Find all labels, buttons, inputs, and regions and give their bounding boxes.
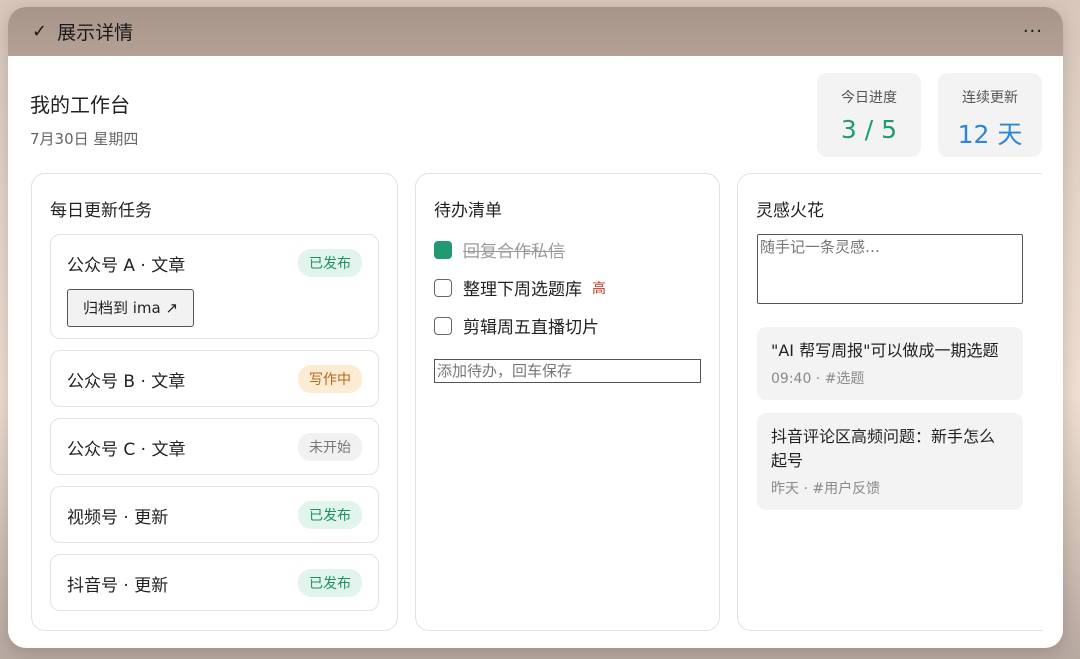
status-badge: 未开始 [298, 433, 362, 461]
idea-note[interactable]: "AI 帮写周报"可以做成一期选题 09:40 · #选题 [757, 327, 1023, 400]
todo-item: 回复合作私信 [434, 237, 565, 262]
todo-checkbox[interactable] [434, 278, 452, 297]
status-badge: 已发布 [298, 249, 362, 277]
ideas-panel: 灵感火花 "AI 帮写周报"可以做成一期选题 09:40 · #选题 抖音评论区… [737, 173, 1042, 631]
task-name: 公众号 B · 文章 [67, 371, 186, 392]
todo-item: 整理下周选题库 高 [434, 275, 606, 300]
workspace-window: ✓ 展示详情 ··· 我的工作台 7月30日 星期四 今日进度 3 / 5 连续… [8, 7, 1063, 648]
todo-panel: 待办清单 回复合作私信 整理下周选题库 高 剪辑周五直播切片 [415, 173, 720, 631]
idea-note[interactable]: 抖音评论区高频问题：新手怎么起号 昨天 · #用户反馈 [757, 413, 1023, 510]
task-item: 公众号 B · 文章 写作中 [50, 350, 379, 407]
task-name: 公众号 A · 文章 [67, 255, 186, 276]
status-badge: 已发布 [298, 501, 362, 529]
page-date: 7月30日 星期四 [30, 130, 139, 148]
status-badge: 写作中 [298, 365, 362, 393]
title-bar[interactable]: ✓ 展示详情 ··· [8, 7, 1063, 56]
note-text: "AI 帮写周报"可以做成一期选题 [771, 341, 999, 360]
streak-card: 连续更新 12 天 [938, 73, 1042, 157]
task-name: 公众号 C · 文章 [67, 439, 186, 460]
streak-value: 12 天 [957, 120, 1023, 149]
idea-input[interactable] [757, 234, 1023, 304]
todo-text: 回复合作私信 [463, 242, 565, 262]
task-item: 公众号 C · 文章 未开始 [50, 418, 379, 475]
page-title: 我的工作台 [30, 93, 130, 117]
todo-item: 剪辑周五直播切片 [434, 313, 599, 338]
todo-checkbox[interactable] [434, 316, 452, 335]
todo-checkbox[interactable] [434, 240, 452, 259]
page-header: 我的工作台 7月30日 星期四 [30, 89, 138, 149]
task-item: 抖音号 · 更新 已发布 [50, 554, 379, 611]
today-progress-card: 今日进度 3 / 5 [817, 73, 921, 157]
note-text: 抖音评论区高频问题：新手怎么起号 [771, 427, 996, 470]
daily-tasks-title: 每日更新任务 [50, 201, 152, 221]
status-badge: 已发布 [298, 569, 362, 597]
note-meta: 09:40 · #选题 [771, 371, 865, 387]
streak-label: 连续更新 [962, 90, 1018, 106]
today-progress-value: 3 / 5 [840, 115, 898, 144]
task-item: 视频号 · 更新 已发布 [50, 486, 379, 543]
archive-to-ima-button[interactable]: 归档到 ima ↗ [67, 289, 195, 327]
ideas-title: 灵感火花 [756, 201, 824, 221]
priority-tag: 高 [592, 280, 606, 297]
task-name: 抖音号 · 更新 [67, 575, 169, 596]
task-name: 视频号 · 更新 [67, 507, 169, 528]
note-meta: 昨天 · #用户反馈 [771, 481, 881, 497]
more-options-icon[interactable]: ··· [1023, 21, 1043, 42]
task-item: 公众号 A · 文章 已发布 归档到 ima ↗ [50, 234, 379, 339]
todo-text: 剪辑周五直播切片 [463, 318, 599, 338]
todo-text: 整理下周选题库 [463, 280, 582, 300]
today-progress-label: 今日进度 [841, 90, 897, 106]
check-icon[interactable]: ✓ [32, 21, 47, 42]
window-title: 展示详情 [57, 22, 134, 44]
add-todo-input[interactable] [434, 359, 701, 383]
daily-tasks-panel: 每日更新任务 公众号 A · 文章 已发布 归档到 ima ↗ 公众号 B · … [31, 173, 398, 631]
todo-title: 待办清单 [434, 201, 502, 221]
